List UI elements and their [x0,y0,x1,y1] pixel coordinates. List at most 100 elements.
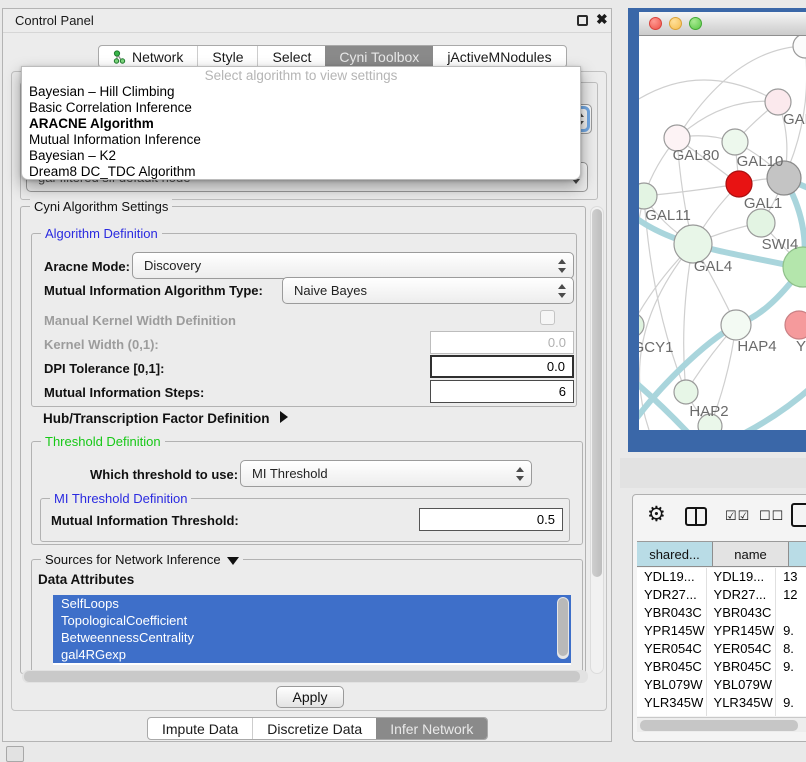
table-cell[interactable]: 8. [776,640,806,658]
algorithm-popup-item[interactable]: Mutual Information Inference [22,132,580,148]
table-cell[interactable]: 12 [776,586,806,604]
tab-impute-data[interactable]: Impute Data [148,718,252,739]
table-cell[interactable]: YPR145W [707,622,777,640]
table-cell[interactable]: YER054C [707,640,777,658]
settings-vertical-scrollbar-thumb[interactable] [592,209,602,577]
sources-toggle[interactable]: Sources for Network Inference [41,552,243,567]
network-canvas[interactable]: GAL7GAL80GAL10GAL1GAL11SWI4GAL4GCY1HAP4Y… [639,36,806,430]
columns-icon[interactable] [685,507,707,526]
mi-steps-field[interactable]: 6 [430,380,574,403]
tab-network[interactable]: Network [99,46,197,67]
apply-button[interactable]: Apply [276,686,344,708]
table-cell[interactable] [776,676,806,694]
table-cell[interactable]: YBR043C [637,604,707,622]
table-cell[interactable]: YIL052C [637,712,707,716]
table-row[interactable]: YER054CYER054C8. [637,640,806,658]
table-cell[interactable] [776,604,806,622]
combo-arrows-icon [558,259,567,273]
table-cell[interactable]: 9. [776,694,806,712]
table-cell[interactable]: YBR045C [637,658,707,676]
network-node-y[interactable] [785,311,806,339]
table-row[interactable]: YBR043CYBR043C [637,604,806,622]
kernel-width-field[interactable]: 0.0 [430,331,574,354]
network-node[interactable] [783,247,806,287]
table-cell[interactable]: YDR27... [707,586,777,604]
tab-cyni-toolbox[interactable]: Cyni Toolbox [325,46,433,67]
data-attribute-item[interactable]: TopologicalCoefficient [53,612,571,629]
network-node-gal10[interactable] [722,129,748,155]
attributes-scrollbar[interactable] [557,597,569,659]
table-row[interactable]: YPR145WYPR145W9. [637,622,806,640]
algorithm-popup-item[interactable]: Dream8 DC_TDC Algorithm [22,164,580,180]
mi-type-combobox[interactable]: Naive Bayes [282,277,574,304]
settings-vertical-scrollbar[interactable] [590,206,604,674]
float-window-icon[interactable] [577,15,588,26]
network-node-hap4[interactable] [721,310,751,340]
table-cell[interactable]: YDR27... [637,586,707,604]
table-horizontal-scrollbar-thumb[interactable] [640,720,798,731]
attributes-scrollbar-thumb[interactable] [558,598,568,656]
new-table-icon[interactable] [791,503,806,527]
tab-infer-network[interactable]: Infer Network [376,718,487,739]
table-cell[interactable]: YER054C [637,640,707,658]
data-attribute-item[interactable]: gal4RGexp [53,646,571,663]
docked-panel-icon[interactable] [6,746,24,762]
settings-horizontal-scrollbar[interactable] [22,670,588,683]
algorithm-popup-item[interactable]: Bayesian – Hill Climbing [22,84,580,100]
table-row[interactable]: YBL079WYBL079W [637,676,806,694]
table-cell[interactable]: YLR345W [707,694,777,712]
manual-kernel-checkbox[interactable] [540,310,555,325]
table-row[interactable]: YLR345WYLR345W9. [637,694,806,712]
table-cell[interactable]: YDL19... [707,568,777,586]
network-node-gcy1[interactable] [639,313,644,337]
gear-icon[interactable]: ⚙ [647,502,666,527]
table-cell[interactable]: 9. [776,658,806,676]
select-all-checks-icon[interactable]: ☑☑ [725,508,750,524]
mi-threshold-field[interactable]: 0.5 [419,508,563,531]
data-attributes-list[interactable]: SelfLoopsTopologicalCoefficientBetweenne… [53,595,571,665]
table-column-header[interactable]: name [713,542,789,566]
algorithm-popup-item[interactable]: Basic Correlation Inference [22,100,580,116]
table-cell[interactable]: YBL079W [637,676,707,694]
table-cell[interactable]: YBR045C [707,658,777,676]
close-icon[interactable]: ✖ [596,11,608,28]
table-column-header[interactable] [789,542,806,566]
dpi-tolerance-field[interactable]: 0.0 [430,355,574,378]
close-traffic-light-icon[interactable] [649,17,662,30]
table-row[interactable]: YDL19...YDL19...13 [637,568,806,586]
table-cell[interactable]: 13 [776,568,806,586]
tab-select[interactable]: Select [257,46,325,67]
which-threshold-combobox[interactable]: MI Threshold [240,460,532,487]
table-row[interactable]: YDR27...YDR27...12 [637,586,806,604]
table-cell[interactable]: YLR345W [637,694,707,712]
network-node-gal11[interactable] [639,183,657,209]
settings-horizontal-scrollbar-thumb[interactable] [24,671,580,682]
table-column-header[interactable]: shared... [637,542,713,566]
table-row[interactable]: YBR045CYBR045C9. [637,658,806,676]
tab-style[interactable]: Style [197,46,257,67]
network-node-gal1[interactable] [726,171,752,197]
table-cell[interactable]: YBR043C [707,604,777,622]
table-row[interactable]: YIL052CYIL052C9. [637,712,806,716]
table-cell[interactable]: 9. [776,622,806,640]
data-attribute-item[interactable]: BetweennessCentrality [53,629,571,646]
table-cell[interactable]: YIL052C [707,712,777,716]
algorithm-popup-item[interactable]: ARACNE Algorithm [22,116,580,132]
hub-section-toggle[interactable]: Hub/Transcription Factor Definition [43,411,288,426]
unselect-all-checks-icon[interactable]: ☐☐ [759,508,784,524]
table-horizontal-scrollbar[interactable] [637,717,806,732]
network-node[interactable] [793,36,806,58]
data-attribute-item[interactable]: SelfLoops [53,595,571,612]
network-node-hap2[interactable] [674,380,698,404]
minimize-traffic-light-icon[interactable] [669,17,682,30]
table-cell[interactable]: YDL19... [637,568,707,586]
tab-jactivemnodules[interactable]: jActiveMNodules [433,46,565,67]
table-cell[interactable]: YPR145W [637,622,707,640]
zoom-traffic-light-icon[interactable] [689,17,702,30]
table-cell[interactable]: YBL079W [707,676,777,694]
table-cell[interactable]: 9. [776,712,806,716]
aracne-mode-combobox[interactable]: Discovery [132,252,574,279]
network-node-swi4[interactable] [747,209,775,237]
algorithm-popup-item[interactable]: Bayesian – K2 [22,148,580,164]
tab-discretize-data[interactable]: Discretize Data [252,718,376,739]
